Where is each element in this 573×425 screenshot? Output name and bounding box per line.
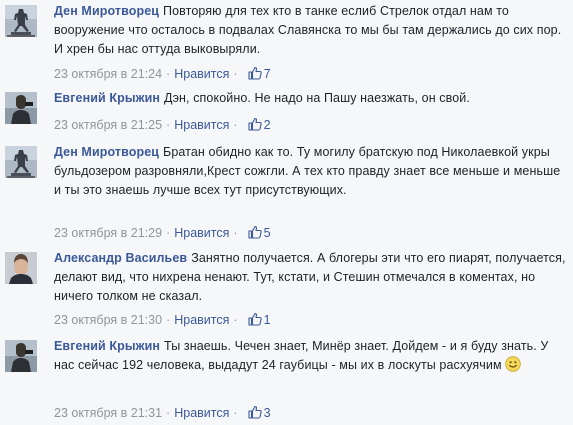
thumbs-up-icon[interactable] [248,405,262,419]
like-count[interactable]: 7 [264,67,271,81]
comment-author[interactable]: Ден Миротворец [54,4,159,18]
thumbs-up-icon[interactable] [248,225,262,239]
separator-dot: · [166,313,171,327]
comment-feed: Ден Миротворец Повторяю для тех кто в тан… [0,0,573,425]
comment-meta: 23 октября в 21:24 · Нравится · 7 [54,65,554,83]
avatar[interactable] [5,5,37,37]
comment-author[interactable]: Александр Васильев [54,251,187,265]
comment-timestamp[interactable]: 23 октября в 21:29 [54,226,162,240]
like-button[interactable]: Нравится [174,67,229,81]
like-count[interactable]: 5 [264,226,271,240]
separator-dot: · [233,118,238,132]
separator-dot: · [233,67,238,81]
comment-author[interactable]: Евгений Крыжин [54,339,160,353]
comment-timestamp[interactable]: 23 октября в 21:25 [54,118,162,132]
smile-emoji-icon [505,356,521,372]
statue-avatar-icon [5,5,37,37]
comment-meta: 23 октября в 21:30 · Нравится · 1 [54,311,554,329]
comment-body: Евгений Крыжин Дэн, спокойно. Не надо на … [54,89,569,108]
comment-body: Александр Васильев Занятно получается. А … [54,249,569,306]
avatar[interactable] [5,340,37,372]
comment-text: Дэн, спокойно. Не надо на Пашу наезжать,… [164,91,470,105]
comment-timestamp[interactable]: 23 октября в 21:30 [54,313,162,327]
comment-meta: 23 октября в 21:29 · Нравится · 5 [54,224,554,242]
comment-meta: 23 октября в 21:25 · Нравится · 2 [54,116,554,134]
like-button[interactable]: Нравится [174,226,229,240]
like-button[interactable]: Нравится [174,118,229,132]
separator-dot: · [166,406,171,420]
like-button[interactable]: Нравится [174,313,229,327]
comment-timestamp[interactable]: 23 октября в 21:24 [54,67,162,81]
separator-dot: · [233,313,238,327]
comment-body: Ден Миротворец Повторяю для тех кто в тан… [54,2,569,59]
comment-author[interactable]: Ден Миротворец [54,145,159,159]
like-count[interactable]: 3 [264,406,271,420]
comment-author[interactable]: Евгений Крыжин [54,91,160,105]
avatar[interactable] [5,92,37,124]
thumbs-up-icon[interactable] [248,66,262,80]
separator-dot: · [166,118,171,132]
avatar[interactable] [5,146,37,178]
thumbs-up-icon[interactable] [248,117,262,131]
like-count[interactable]: 1 [264,313,271,327]
avatar[interactable] [5,252,37,284]
person-avatar-icon [5,252,37,284]
separator-dot: · [166,67,171,81]
comment-meta: 23 октября в 21:31 · Нравится · 3 [54,404,554,422]
like-count[interactable]: 2 [264,118,271,132]
person-avatar-icon [5,92,37,124]
thumbs-up-icon[interactable] [248,312,262,326]
statue-avatar-icon [5,146,37,178]
comment-body: Ден Миротворец Братан обидно как то. Ту м… [54,143,569,200]
like-button[interactable]: Нравится [174,406,229,420]
separator-dot: · [233,226,238,240]
separator-dot: · [233,406,238,420]
comment-body: Евгений Крыжин Ты знаешь. Чечен знает, Ми… [54,337,569,375]
person-avatar-icon [5,340,37,372]
comment-timestamp[interactable]: 23 октября в 21:31 [54,406,162,420]
separator-dot: · [166,226,171,240]
